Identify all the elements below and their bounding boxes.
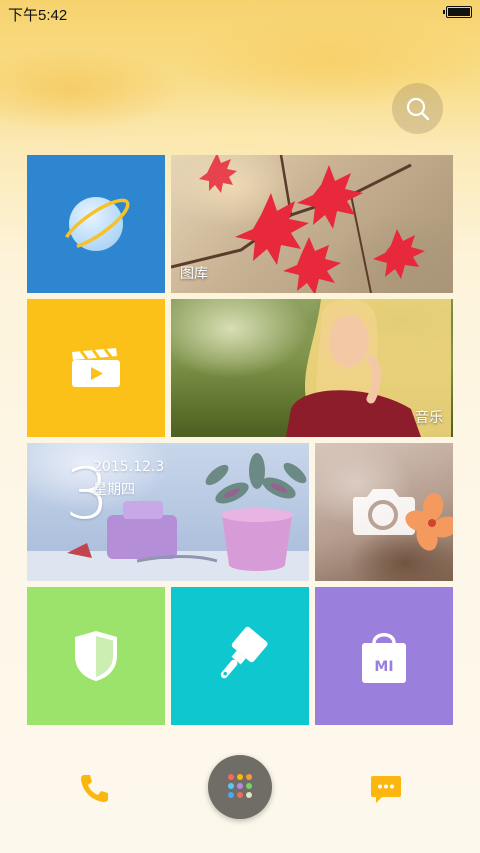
tile-security[interactable]: [27, 587, 165, 725]
app-drawer-icon: [208, 755, 272, 819]
gallery-maple-image: [171, 155, 425, 293]
phone-icon: [81, 775, 108, 802]
search-icon: [406, 97, 430, 121]
tile-clock-date[interactable]: 3 2015.12.3 星期四: [27, 443, 309, 581]
store-bag-text: MI: [374, 659, 393, 675]
tile-store[interactable]: MI: [315, 587, 453, 725]
shopping-bag-icon: MI: [362, 633, 406, 683]
tile-browser[interactable]: [27, 155, 165, 293]
paintbrush-icon: [220, 626, 268, 679]
music-photo-image: [286, 299, 451, 437]
tile-camera[interactable]: [315, 443, 453, 581]
tile-music[interactable]: 音乐: [171, 299, 453, 437]
gallery-label: 图库: [180, 266, 208, 282]
tile-video[interactable]: [27, 299, 165, 437]
status-time: 下午5:42: [8, 7, 68, 24]
shield-icon: [75, 631, 117, 681]
search-button[interactable]: [392, 83, 443, 134]
camera-icon: [352, 489, 453, 551]
clock-weekday: 星期四: [93, 482, 135, 498]
music-label: 音乐: [415, 410, 443, 426]
status-bar: 下午5:42: [0, 0, 480, 26]
planet-icon: [62, 197, 130, 251]
battery-icon: [443, 6, 472, 18]
clapperboard-icon: [72, 348, 120, 387]
tile-theme[interactable]: [171, 587, 309, 725]
dock-messages-button[interactable]: [368, 770, 404, 806]
dock-phone-button[interactable]: [76, 770, 112, 806]
tile-gallery[interactable]: 图库: [171, 155, 453, 293]
clock-date: 2015.12.3: [93, 459, 165, 475]
message-icon: [371, 776, 401, 803]
dock-app-drawer-button[interactable]: [208, 755, 272, 819]
